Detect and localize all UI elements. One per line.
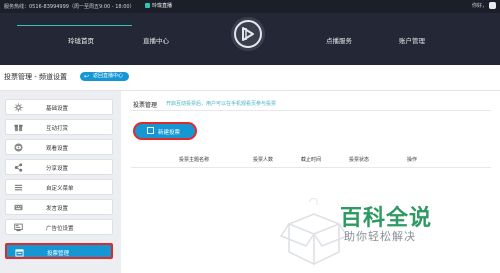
sidebar-item-label: 投票管理 [47,251,70,257]
share-icon [14,163,23,172]
column-header-vote-status: 投票状态 [349,157,370,163]
back-button-label: 返回直播中心 [93,73,124,79]
vote-icon [15,249,24,257]
sidebar-item-ad-settings[interactable]: 广告位设置 [5,219,113,235]
menu-icon [14,184,23,191]
ad-icon [14,223,23,232]
new-vote-button[interactable]: 新建投票 [135,124,195,138]
top-bar: 服务热线：0516-83994999（周一至周五9:00 - 18:00） 玲珑… [0,0,500,13]
nav-item-live-center[interactable]: 直播中心 [143,35,169,45]
watermark-subtitle: 助你轻松解决 [344,230,416,243]
watermark: 百科全说 助你轻松解决 [334,200,464,248]
keyboard-icon [14,204,23,211]
eye-icon [14,143,23,152]
brand-label: 玲珑直播 [152,3,173,9]
logo-play-icon[interactable] [231,17,265,51]
sidebar-item-interactive-reward[interactable]: 互动打赏 [5,119,113,135]
table-divider [131,167,491,168]
sidebar-item-label: 观看设置 [46,146,69,152]
nav-item-account[interactable]: 账户管理 [399,35,425,45]
gift-icon [14,124,23,132]
column-header-vote-title: 投票主题名称 [179,157,210,163]
main-nav: 玲珑首页 直播中心 点播服务 账户管理 [0,13,500,65]
sidebar-item-label: 广告位设置 [46,226,74,232]
page-header: 投票管理 - 频道设置 ↩ 返回直播中心 [0,65,500,91]
table-header: 投票主题名称 投票人数 截止时间 投票状态 操作 [131,154,491,166]
nav-item-home[interactable]: 玲珑首页 [68,35,94,45]
sidebar-item-label: 发言设置 [46,206,69,212]
back-to-live-center-button[interactable]: ↩ 返回直播中心 [80,72,130,81]
brand-icon [145,3,150,8]
sidebar-item-label: 互动打赏 [46,126,69,132]
sidebar-item-vote-management[interactable]: 投票管理 [5,243,113,259]
sidebar-item-viewing-settings[interactable]: 观看设置 [5,139,113,155]
sidebar-item-label: 自定义菜单 [46,186,74,192]
add-icon [147,127,154,134]
column-header-actions: 操作 [407,157,418,163]
sidebar-item-custom-menu[interactable]: 自定义菜单 [5,179,113,195]
user-greeting: 你好， [471,3,487,9]
sidebar-item-speech-settings[interactable]: 发言设置 [5,199,113,215]
sidebar: 基础设置 互动打赏 观看设置 分享设置 自定义菜单 发言设置 广告位设置 投票管… [0,91,121,273]
nav-item-vod-service[interactable]: 点播服务 [326,35,352,45]
new-vote-label: 新建投票 [158,130,181,136]
nav-active-indicator [17,25,132,26]
avatar [489,2,496,9]
sidebar-item-label: 基础设置 [46,106,69,112]
column-header-voter-count: 投票人数 [253,157,274,163]
sidebar-item-label: 分享设置 [46,166,69,172]
sidebar-item-share-settings[interactable]: 分享设置 [5,159,113,175]
user-menu[interactable]: 你好， [472,2,496,9]
service-hotline: 服务热线：0516-83994999（周一至周五9:00 - 18:00） [4,4,135,10]
section-title: 投票管理 [133,102,158,109]
divider [131,110,491,111]
sidebar-item-basic-settings[interactable]: 基础设置 [5,99,113,115]
back-arrow-icon: ↩ [84,73,90,80]
column-header-deadline: 截止时间 [301,157,322,163]
section-description: 开启互动投票后，用户可以在手机观看页参与投票 [166,101,277,107]
brand-link[interactable]: 玲珑直播 [145,2,172,9]
gear-icon [14,103,23,112]
page-title: 投票管理 - 频道设置 [4,73,67,81]
